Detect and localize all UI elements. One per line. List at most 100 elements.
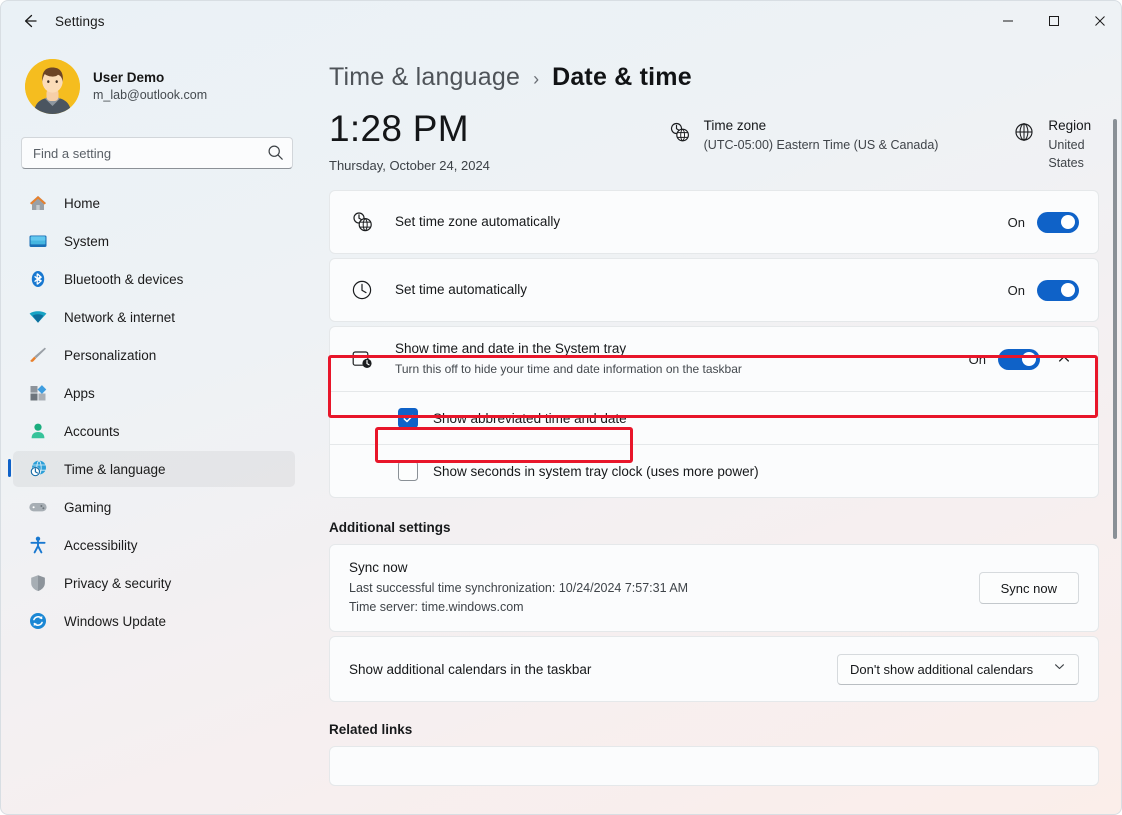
timezone-title: Time zone [704, 116, 939, 136]
clock-globe-icon [27, 458, 49, 480]
profile-card[interactable]: User Demo m_lab@outlook.com [25, 59, 295, 114]
region-summary: Region United States [1013, 116, 1122, 172]
clock-summary: 1:28 PM Thursday, October 24, 2024 Time … [329, 110, 1122, 182]
sync-now-row: Sync now Last successful time synchroniz… [330, 545, 1098, 631]
sidebar-item-bluetooth[interactable]: Bluetooth & devices [13, 261, 295, 297]
setting-title: Set time zone automatically [395, 213, 1008, 232]
sidebar: User Demo m_lab@outlook.com H [1, 41, 307, 815]
show-seconds-in-system-tray-clock-row[interactable]: Show seconds in system tray clock (uses … [330, 445, 1098, 497]
page-title: Date & time [552, 63, 692, 92]
calendar-clock-icon [349, 346, 375, 372]
breadcrumb-parent[interactable]: Time & language [329, 63, 520, 92]
sidebar-item-home[interactable]: Home [13, 185, 295, 221]
breadcrumb: Time & language › Date & time [329, 63, 1122, 92]
avatar-illustration-icon [25, 59, 80, 114]
minimize-button[interactable] [985, 1, 1031, 41]
close-icon [1094, 15, 1106, 27]
show-abbreviated-time-and-date-checkbox[interactable] [398, 408, 418, 428]
sidebar-item-time-and-language[interactable]: Time & language [13, 451, 295, 487]
sync-now-card: Sync now Last successful time synchroniz… [329, 544, 1099, 632]
monitor-icon [27, 230, 49, 252]
toggle-knob [1061, 283, 1075, 297]
breadcrumb-separator-icon: › [533, 69, 539, 90]
sidebar-item-label: System [64, 234, 109, 249]
sidebar-item-accounts[interactable]: Accounts [13, 413, 295, 449]
accessibility-icon [27, 534, 49, 556]
show-time-and-date-in-system-tray-toggle[interactable] [998, 349, 1040, 370]
additional-settings-cards: Sync now Last successful time synchroniz… [329, 544, 1099, 702]
sync-now-button[interactable]: Sync now [979, 572, 1079, 604]
back-arrow-icon [21, 12, 39, 30]
set-time-automatically-toggle[interactable] [1037, 280, 1079, 301]
scrollbar-thumb[interactable] [1113, 119, 1117, 539]
related-links-card[interactable] [329, 746, 1099, 786]
set-time-zone-automatically-toggle[interactable] [1037, 212, 1079, 233]
set-time-automatically-row[interactable]: Set time automatically On [330, 259, 1098, 321]
profile-name: User Demo [93, 69, 207, 87]
search-input[interactable] [21, 137, 293, 169]
sidebar-item-label: Gaming [64, 500, 111, 515]
sidebar-nav: Home System [13, 185, 295, 639]
timezone-summary: Time zone (UTC-05:00) Eastern Time (US &… [668, 116, 972, 154]
sidebar-item-privacy-and-security[interactable]: Privacy & security [13, 565, 295, 601]
globe-icon [1013, 121, 1035, 148]
toggle-state-label: On [1008, 283, 1025, 298]
setting-subtitle: Turn this off to hide your time and date… [395, 361, 969, 378]
show-abbreviated-time-and-date-row[interactable]: Show abbreviated time and date [330, 392, 1098, 444]
sidebar-item-label: Time & language [64, 462, 166, 477]
set-time-zone-automatically-row[interactable]: Set time zone automatically On [330, 191, 1098, 253]
sidebar-item-label: Network & internet [64, 310, 175, 325]
toggle-state-label: On [969, 352, 986, 367]
sidebar-item-personalization[interactable]: Personalization [13, 337, 295, 373]
clock-icon [349, 277, 375, 303]
main-content: Time & language › Date & time 1:28 PM Th… [307, 41, 1122, 815]
additional-calendars-row: Show additional calendars in the taskbar… [330, 637, 1098, 701]
apps-icon [27, 382, 49, 404]
expand-collapse-button[interactable] [1049, 344, 1079, 374]
related-links-cards [329, 746, 1099, 786]
show-time-and-date-in-system-tray-card: Show time and date in the System tray Tu… [329, 326, 1099, 391]
search-box[interactable] [21, 137, 293, 169]
sidebar-item-accessibility[interactable]: Accessibility [13, 527, 295, 563]
sidebar-item-label: Windows Update [64, 614, 166, 629]
show-time-and-date-in-system-tray-row[interactable]: Show time and date in the System tray Tu… [330, 327, 1098, 391]
toggle-knob [1061, 215, 1075, 229]
additional-calendars-card: Show additional calendars in the taskbar… [329, 636, 1099, 702]
current-date: Thursday, October 24, 2024 [329, 158, 668, 173]
window-title: Settings [55, 14, 105, 29]
sidebar-item-label: Home [64, 196, 100, 211]
back-button[interactable] [13, 6, 47, 36]
additional-calendars-dropdown[interactable]: Don't show additional calendars [837, 654, 1079, 685]
sidebar-item-gaming[interactable]: Gaming [13, 489, 295, 525]
related-links-heading: Related links [329, 722, 1122, 737]
sidebar-item-system[interactable]: System [13, 223, 295, 259]
last-sync-text: Last successful time synchronization: 10… [349, 579, 979, 598]
bluetooth-icon [27, 268, 49, 290]
set-time-zone-automatically-card: Set time zone automatically On [329, 190, 1099, 254]
show-seconds-in-system-tray-clock-checkbox[interactable] [398, 461, 418, 481]
sidebar-item-network[interactable]: Network & internet [13, 299, 295, 335]
maximize-button[interactable] [1031, 1, 1077, 41]
settings-cards: Set time zone automatically On [329, 190, 1099, 498]
sidebar-item-label: Accounts [64, 424, 120, 439]
current-time: 1:28 PM [329, 110, 668, 149]
avatar [25, 59, 80, 114]
close-button[interactable] [1077, 1, 1122, 41]
shield-icon [27, 572, 49, 594]
clock-globe-icon [349, 209, 375, 235]
checkmark-icon [402, 412, 415, 425]
sidebar-item-label: Privacy & security [64, 576, 171, 591]
dropdown-selected-value: Don't show additional calendars [850, 662, 1041, 677]
region-title: Region [1048, 116, 1122, 136]
minimize-icon [1002, 15, 1014, 27]
update-icon [27, 610, 49, 632]
vertical-scrollbar[interactable] [1113, 119, 1117, 809]
sidebar-item-apps[interactable]: Apps [13, 375, 295, 411]
show-abbreviated-time-and-date-card: Show abbreviated time and date [329, 391, 1099, 444]
title-bar: Settings [1, 1, 1122, 41]
sidebar-item-windows-update[interactable]: Windows Update [13, 603, 295, 639]
checkbox-label: Show abbreviated time and date [433, 411, 627, 426]
additional-calendars-label: Show additional calendars in the taskbar [349, 662, 837, 677]
setting-title: Set time automatically [395, 281, 1008, 300]
region-value: United States [1048, 136, 1122, 172]
